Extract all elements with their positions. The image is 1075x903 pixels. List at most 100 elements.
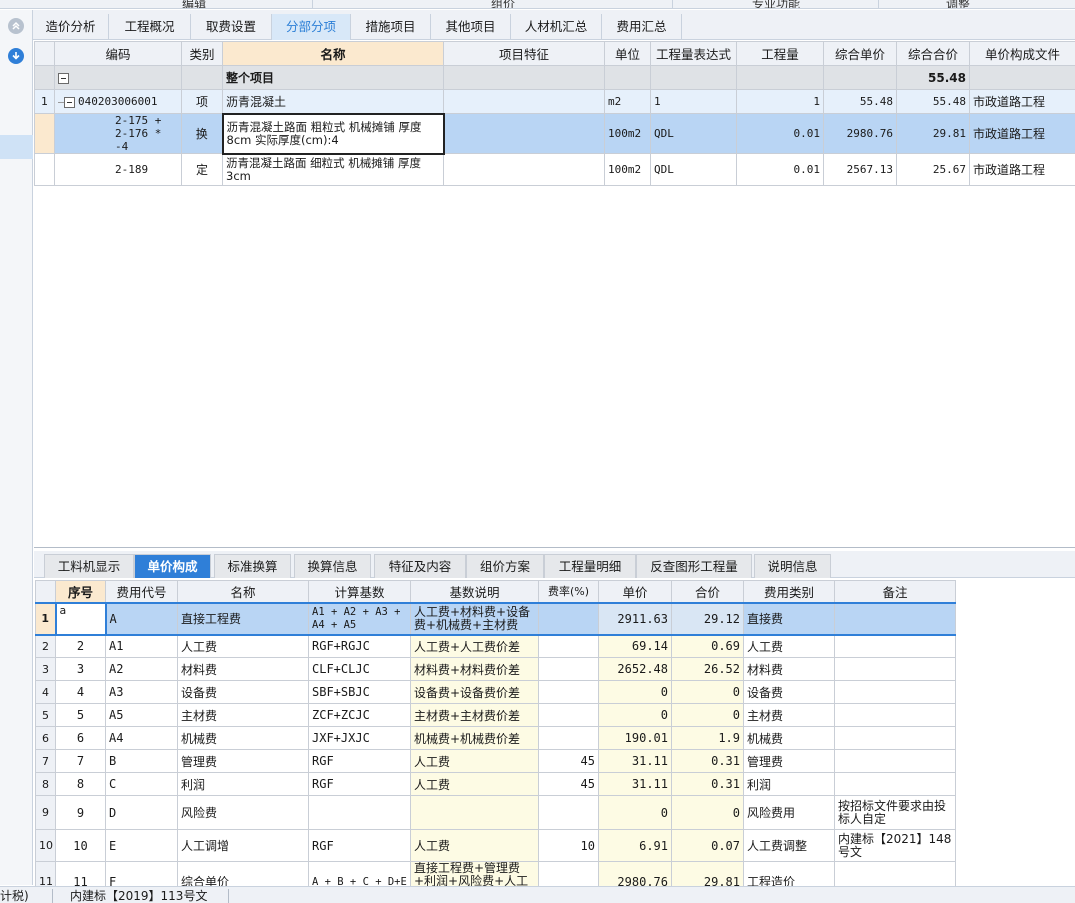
fee-code-cell[interactable]: B <box>105 749 178 773</box>
rate-cell[interactable]: 45 <box>538 772 599 796</box>
header-quantity[interactable]: 工程量 <box>736 41 824 66</box>
type-cell[interactable]: 换 <box>181 113 223 154</box>
code-cell[interactable] <box>54 65 182 90</box>
seq-cell[interactable]: 10 <box>55 829 106 862</box>
tab-conversion-info[interactable]: 换算信息 <box>294 554 371 578</box>
fee-code-cell[interactable]: D <box>105 795 178 830</box>
header-seq[interactable]: 序号 <box>55 580 106 603</box>
calc-base-cell[interactable]: JXF+JXJC <box>308 726 411 750</box>
rate-cell[interactable] <box>538 657 599 681</box>
header-unit[interactable]: 单位 <box>604 41 651 66</box>
name-cell[interactable]: 机械费 <box>177 726 309 750</box>
fee-category-cell[interactable]: 人工费调整 <box>743 829 835 862</box>
note-cell[interactable]: 内建标【2021】148号文 <box>834 829 956 862</box>
note-cell[interactable] <box>834 634 956 658</box>
calc-base-cell[interactable]: CLF+CLJC <box>308 657 411 681</box>
rate-cell[interactable] <box>538 601 599 636</box>
rate-cell[interactable] <box>538 703 599 727</box>
table-row-group[interactable]: 整个项目 55.48 <box>34 65 1075 90</box>
header-name[interactable]: 名称 <box>177 580 309 603</box>
table-row[interactable]: 2-189 定 沥青混凝土路面 细粒式 机械摊铺 厚度3cm 100m2 QDL… <box>34 153 1075 186</box>
table-row[interactable]: 10 10 E 人工调增 RGF 人工费 10 6.91 0.07 人工费调整 … <box>35 829 956 862</box>
rail-selected-item[interactable] <box>0 135 33 159</box>
seq-cell[interactable]: 9 <box>55 795 106 830</box>
fee-code-cell[interactable]: C <box>105 772 178 796</box>
header-note[interactable]: 备注 <box>834 580 956 603</box>
table-row[interactable]: 2 2 A1 人工费 RGF+RGJC 人工费+人工费价差 69.14 0.69… <box>35 634 956 658</box>
tab-quantity-detail[interactable]: 工程量明细 <box>544 554 636 578</box>
name-cell[interactable]: 材料费 <box>177 657 309 681</box>
qty-cell[interactable]: 0.01 <box>736 153 824 186</box>
fee-code-cell[interactable]: A4 <box>105 726 178 750</box>
calc-base-cell[interactable]: RGF <box>308 829 411 862</box>
name-cell[interactable]: 沥青混凝土 <box>222 89 444 114</box>
code-cell[interactable]: 040203006001 <box>54 89 182 114</box>
tab-sub-items[interactable]: 分部分项 <box>272 14 351 40</box>
fee-code-cell[interactable]: A2 <box>105 657 178 681</box>
header-total-price[interactable]: 综合合价 <box>896 41 970 66</box>
feature-cell[interactable] <box>443 113 605 154</box>
table-row[interactable]: 4 4 A3 设备费 SBF+SBJC 设备费+设备费价差 0 0 设备费 <box>35 680 956 704</box>
name-cell[interactable]: 直接工程费 <box>177 601 309 636</box>
name-cell[interactable]: 主材费 <box>177 703 309 727</box>
qty-cell[interactable]: 1 <box>736 89 824 114</box>
table-row[interactable]: 5 5 A5 主材费 ZCF+ZCJC 主材费+主材费价差 0 0 主材费 <box>35 703 956 727</box>
ribbon-group-special[interactable]: 专业功能 <box>752 0 800 8</box>
header-rate[interactable]: 费率(%) <box>538 580 599 603</box>
calc-base-cell[interactable]: ZCF+ZCJC <box>308 703 411 727</box>
seq-cell[interactable]: 2 <box>55 634 106 658</box>
header-type[interactable]: 类别 <box>181 41 223 66</box>
fee-category-cell[interactable]: 风险费用 <box>743 795 835 830</box>
expr-cell[interactable]: 1 <box>650 89 737 114</box>
tab-resource-summary[interactable]: 人材机汇总 <box>511 14 602 40</box>
fee-category-cell[interactable]: 管理费 <box>743 749 835 773</box>
unit-cell[interactable]: m2 <box>604 89 651 114</box>
fee-category-cell[interactable]: 利润 <box>743 772 835 796</box>
table-row[interactable]: 7 7 B 管理费 RGF 人工费 45 31.11 0.31 管理费 <box>35 749 956 773</box>
header-unit-price[interactable]: 单价 <box>598 580 672 603</box>
name-cell[interactable]: 利润 <box>177 772 309 796</box>
calc-base-cell[interactable]: SBF+SBJC <box>308 680 411 704</box>
rate-cell[interactable]: 45 <box>538 749 599 773</box>
header-calc-base[interactable]: 计算基数 <box>308 580 411 603</box>
rate-cell[interactable] <box>538 634 599 658</box>
tab-fee-summary[interactable]: 费用汇总 <box>602 14 682 40</box>
header-feature[interactable]: 项目特征 <box>443 41 605 66</box>
tab-unit-price-composition[interactable]: 单价构成 <box>134 554 211 578</box>
collapse-up-icon[interactable] <box>8 18 24 34</box>
note-cell[interactable] <box>834 726 956 750</box>
fee-category-cell[interactable]: 材料费 <box>743 657 835 681</box>
header-unit-price[interactable]: 综合单价 <box>823 41 897 66</box>
calc-base-cell[interactable] <box>308 795 411 830</box>
seq-cell[interactable]: 7 <box>55 749 106 773</box>
seq-edit-input[interactable]: a <box>54 601 107 636</box>
rate-cell[interactable] <box>538 726 599 750</box>
header-fee-code[interactable]: 费用代号 <box>105 580 178 603</box>
file-cell[interactable]: 市政道路工程 <box>969 153 1075 186</box>
header-price-file[interactable]: 单价构成文件 <box>969 41 1075 66</box>
header-base-desc[interactable]: 基数说明 <box>410 580 539 603</box>
header-expression[interactable]: 工程量表达式 <box>650 41 737 66</box>
header-total[interactable]: 合价 <box>671 580 744 603</box>
qty-cell[interactable]: 0.01 <box>736 113 824 154</box>
header-code[interactable]: 编码 <box>54 41 182 66</box>
fee-code-cell[interactable]: A3 <box>105 680 178 704</box>
rate-cell[interactable] <box>538 680 599 704</box>
seq-cell[interactable]: 4 <box>55 680 106 704</box>
seq-cell[interactable]: 5 <box>55 703 106 727</box>
note-cell[interactable] <box>834 703 956 727</box>
fee-code-cell[interactable]: A5 <box>105 703 178 727</box>
name-cell[interactable]: 沥青混凝土路面 细粒式 机械摊铺 厚度3cm <box>222 153 444 186</box>
tab-other-items[interactable]: 其他项目 <box>431 14 511 40</box>
unit-cell[interactable]: 100m2 <box>604 153 651 186</box>
expr-cell[interactable]: QDL <box>650 113 737 154</box>
tab-pricing-plan[interactable]: 组价方案 <box>466 554 544 578</box>
table-row[interactable]: 9 9 D 风险费 0 0 风险费用 按招标文件要求由投标人自定 <box>35 795 956 830</box>
file-cell[interactable]: 市政道路工程 <box>969 89 1075 114</box>
expr-cell[interactable]: QDL <box>650 153 737 186</box>
fee-category-cell[interactable]: 设备费 <box>743 680 835 704</box>
code-cell[interactable]: 2-175 + 2-176 * -4 <box>54 113 182 154</box>
fee-code-cell[interactable]: E <box>105 829 178 862</box>
rate-cell[interactable]: 10 <box>538 829 599 862</box>
ribbon-group-edit[interactable]: 编辑 <box>182 0 206 8</box>
